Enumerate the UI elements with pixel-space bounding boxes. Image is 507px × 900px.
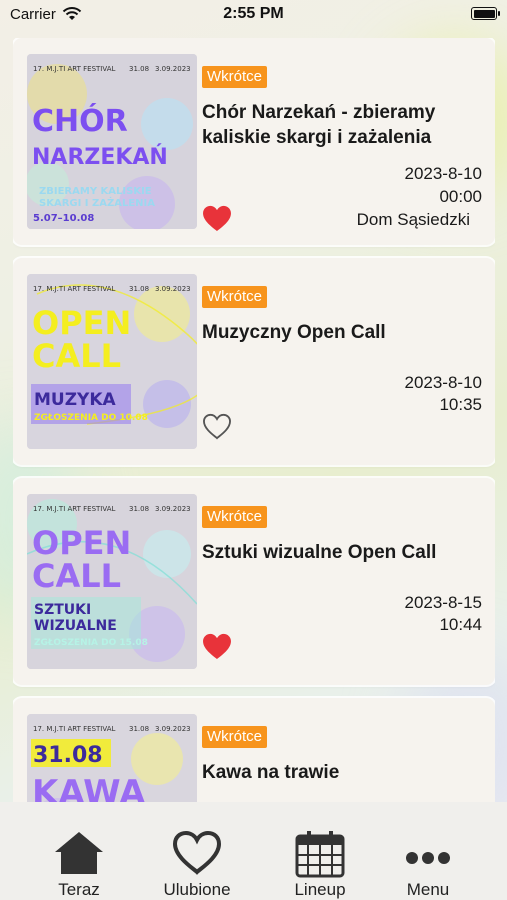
poster-line1: CHÓR bbox=[32, 102, 128, 139]
event-title: Sztuki wizualne Open Call bbox=[202, 542, 437, 563]
favorite-heart-icon[interactable] bbox=[202, 633, 232, 660]
poster-year: 3.09.2023 bbox=[155, 725, 191, 733]
event-place: Dom Sąsiedzki bbox=[356, 210, 470, 229]
poster-line2: KAWA bbox=[32, 773, 146, 802]
status-bar: Carrier 2:55 PM bbox=[0, 0, 507, 30]
poster-year: 3.09.2023 bbox=[155, 65, 191, 73]
event-card[interactable]: 17. M.J.TI ART FESTIVAL 31.08 3.09.2023 … bbox=[13, 258, 495, 465]
poster-sub1: ZBIERAMY KALISKIE bbox=[39, 186, 152, 197]
status-badge: Wkrótce bbox=[202, 506, 268, 528]
favorite-heart-icon[interactable] bbox=[202, 413, 232, 440]
event-poster: 17. M.J.TI ART FESTIVAL 31.08 3.09.2023 … bbox=[27, 714, 197, 802]
poster-line2: NARZEKAŃ bbox=[32, 144, 168, 170]
heart-icon bbox=[172, 830, 222, 875]
poster-sub2: WIZUALNE bbox=[34, 618, 117, 634]
poster-year: 3.09.2023 bbox=[155, 285, 191, 293]
event-date: 2023-8-10 bbox=[404, 373, 482, 392]
poster-year: 3.09.2023 bbox=[155, 505, 191, 513]
event-time: 10:35 bbox=[439, 395, 482, 414]
poster-sub1: SZTUKI bbox=[34, 602, 91, 618]
poster-footer: ZGŁOSZENIA DO 15.08 bbox=[34, 638, 148, 648]
poster-dates: 31.08 bbox=[129, 725, 149, 733]
poster-sub1: MUZYKA bbox=[34, 390, 117, 410]
event-title: Chór Narzekań - zbieramy kaliskie skargi… bbox=[202, 102, 436, 148]
poster-dates: 31.08 bbox=[129, 505, 149, 513]
clock: 2:55 PM bbox=[223, 5, 284, 22]
poster-dates: 31.08 bbox=[129, 65, 149, 73]
event-card[interactable]: 17. M.J.TI ART FESTIVAL 31.08 3.09.2023 … bbox=[13, 478, 495, 685]
poster-festival: 17. M.J.TI ART FESTIVAL bbox=[33, 725, 115, 733]
tab-menu[interactable]: Menu bbox=[373, 802, 483, 900]
event-poster: 17. M.J.TI ART FESTIVAL 31.08 3.09.2023 … bbox=[27, 274, 197, 449]
event-list[interactable]: 17. M.J.TI ART FESTIVAL 31.08 3.09.2023 … bbox=[13, 38, 495, 802]
poster-festival: 17. M.J.TI ART FESTIVAL bbox=[33, 285, 115, 293]
poster-festival: 17. M.J.TI ART FESTIVAL bbox=[33, 505, 115, 513]
tab-label: Teraz bbox=[58, 880, 100, 899]
tab-label: Ulubione bbox=[163, 880, 231, 899]
tab-label: Lineup bbox=[294, 880, 346, 899]
poster-footer: 5.07–10.08 bbox=[33, 213, 94, 224]
poster-line1: 31.08 bbox=[33, 743, 103, 768]
event-time: 10:44 bbox=[439, 615, 482, 634]
event-time: 00:00 bbox=[439, 187, 482, 206]
status-badge: Wkrótce bbox=[202, 66, 268, 88]
battery-icon bbox=[471, 7, 500, 20]
favorite-heart-icon[interactable] bbox=[202, 205, 232, 232]
poster-dates: 31.08 bbox=[129, 285, 149, 293]
poster-sub2: SKARGI I ZAŻALENIA bbox=[39, 195, 155, 209]
tab-ulubione[interactable]: Ulubione bbox=[142, 802, 252, 900]
poster-line2: CALL bbox=[32, 557, 121, 595]
event-poster: 17. M.J.TI ART FESTIVAL 31.08 3.09.2023 … bbox=[27, 494, 197, 669]
poster-footer: ZGŁOSZENIA DO 10.08 bbox=[34, 413, 148, 423]
poster-festival: 17. M.J.TI ART FESTIVAL bbox=[33, 65, 115, 73]
event-card[interactable]: 17. M.J.TI ART FESTIVAL 31.08 3.09.2023 … bbox=[13, 38, 495, 245]
event-card[interactable]: 17. M.J.TI ART FESTIVAL 31.08 3.09.2023 … bbox=[13, 698, 495, 802]
calendar-icon bbox=[295, 831, 345, 878]
poster-line2: CALL bbox=[32, 337, 121, 375]
event-title: Kawa na trawie bbox=[202, 762, 340, 783]
tab-bar: Teraz Ulubione Lineup Menu bbox=[0, 802, 507, 900]
more-icon bbox=[406, 852, 450, 864]
event-title: Muzyczny Open Call bbox=[202, 322, 386, 343]
status-badge: Wkrótce bbox=[202, 726, 268, 748]
event-date: 2023-8-10 bbox=[404, 164, 482, 183]
home-icon bbox=[55, 832, 103, 874]
tab-label: Menu bbox=[406, 880, 450, 899]
status-badge: Wkrótce bbox=[202, 286, 268, 308]
tab-teraz[interactable]: Teraz bbox=[24, 802, 134, 900]
tab-lineup[interactable]: Lineup bbox=[265, 802, 375, 900]
event-poster: 17. M.J.TI ART FESTIVAL 31.08 3.09.2023 … bbox=[27, 54, 197, 229]
event-date: 2023-8-15 bbox=[404, 593, 482, 612]
